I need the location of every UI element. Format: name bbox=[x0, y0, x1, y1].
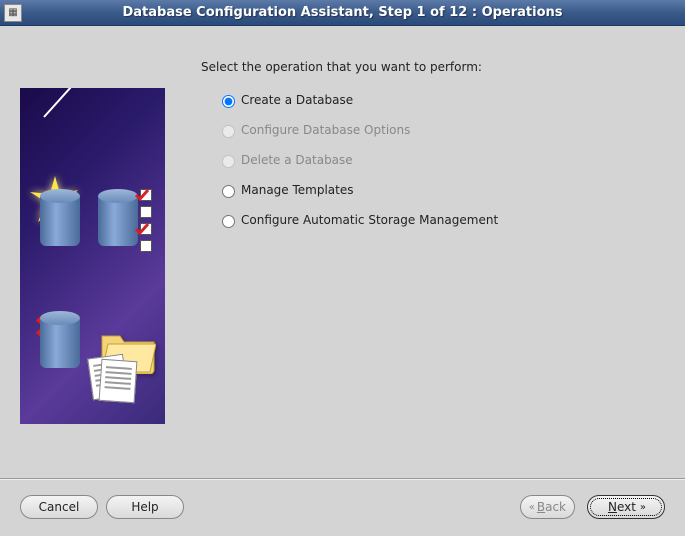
wand-icon bbox=[43, 88, 79, 118]
chevron-left-icon: « bbox=[529, 502, 533, 513]
radio-input-create[interactable] bbox=[222, 95, 235, 108]
main-panel: Select the operation that you want to pe… bbox=[165, 26, 685, 478]
back-button: « Back bbox=[520, 495, 575, 519]
radio-configure-asm[interactable]: Configure Automatic Storage Management bbox=[217, 212, 665, 228]
titlebar: ▦ Database Configuration Assistant, Step… bbox=[0, 0, 685, 26]
radio-label: Manage Templates bbox=[241, 183, 354, 197]
database-icon bbox=[40, 196, 80, 246]
radio-delete-database: Delete a Database bbox=[217, 152, 665, 168]
database-icon bbox=[40, 318, 80, 368]
next-button[interactable]: Next » bbox=[587, 495, 665, 519]
wizard-side-image: ✖ bbox=[20, 88, 165, 424]
content-area: ✖ Select the operation that you want to … bbox=[0, 26, 685, 478]
button-label: Next bbox=[608, 500, 636, 514]
radio-create-database[interactable]: Create a Database bbox=[217, 92, 665, 108]
window-title: Database Configuration Assistant, Step 1… bbox=[122, 5, 562, 20]
back-segment: « Back bbox=[521, 498, 574, 516]
radio-configure-database-options: Configure Database Options bbox=[217, 122, 665, 138]
radio-input-manage[interactable] bbox=[222, 185, 235, 198]
radio-input-config bbox=[222, 125, 235, 138]
button-label: Cancel bbox=[39, 500, 80, 514]
window-icon: ▦ bbox=[4, 4, 22, 22]
radio-input-asm[interactable] bbox=[222, 215, 235, 228]
database-icon bbox=[98, 196, 138, 246]
radio-manage-templates[interactable]: Manage Templates bbox=[217, 182, 665, 198]
document-icon bbox=[99, 359, 138, 403]
button-label: Back bbox=[537, 500, 566, 514]
radio-label: Configure Automatic Storage Management bbox=[241, 213, 498, 227]
operation-radio-group: Create a Database Configure Database Opt… bbox=[201, 92, 665, 228]
radio-label: Delete a Database bbox=[241, 153, 353, 167]
help-button[interactable]: Help bbox=[106, 495, 184, 519]
button-bar: Cancel Help « Back Next » bbox=[0, 478, 685, 534]
button-label: Help bbox=[131, 500, 158, 514]
chevron-right-icon: » bbox=[640, 502, 644, 513]
operation-prompt: Select the operation that you want to pe… bbox=[201, 60, 665, 74]
radio-label: Configure Database Options bbox=[241, 123, 410, 137]
cancel-button[interactable]: Cancel bbox=[20, 495, 98, 519]
checklist-icon bbox=[140, 188, 152, 256]
radio-label: Create a Database bbox=[241, 93, 353, 107]
radio-input-delete bbox=[222, 155, 235, 168]
